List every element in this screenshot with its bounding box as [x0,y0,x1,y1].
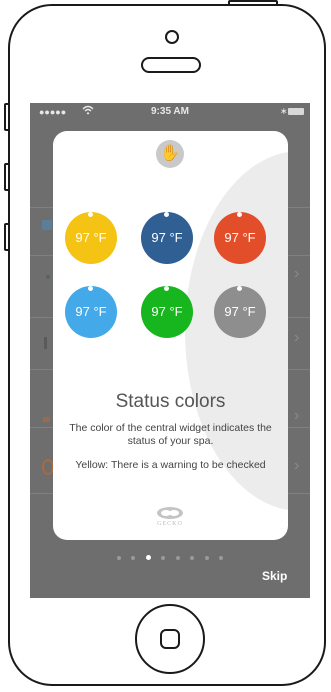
home-button-square [160,629,180,649]
status-bar: ●●●●● 9:35 AM ∗ [30,103,310,121]
bubble-label: 97 °F [75,230,107,245]
bg-chevron-icon: › [294,407,300,424]
bubble-marker [88,286,93,291]
status-bubble-yellow: 97 °F [65,212,117,264]
card-note: Yellow: There is a warning to be checked [75,459,266,471]
battery-icon [288,108,304,115]
bubble-marker [88,212,93,217]
status-time: 9:35 AM [151,106,189,117]
bubble-label: 97 °F [75,304,107,319]
status-bubble-gray: 97 °F [214,286,266,338]
bg-orange-icon [43,417,50,422]
screen: ●●●●● 9:35 AM ∗ › › › › ✋ 97 °F 97 °F 97… [30,103,310,598]
bg-glyph-icon [44,337,47,349]
bg-chevron-icon: › [294,329,300,346]
mute-switch [4,103,10,131]
bluetooth-icon: ∗ [280,106,288,116]
bubble-marker [164,286,169,291]
volume-up-button [4,163,10,191]
gecko-logo-mark [157,507,183,519]
bubble-label: 97 °F [224,230,256,245]
onboarding-card: ✋ 97 °F 97 °F 97 °F 97 °F 97 °F 97 °F St… [53,131,288,540]
bubble-marker [237,212,242,217]
bg-dot-icon [46,275,50,279]
bubble-label: 97 °F [151,304,183,319]
power-button [228,0,278,6]
page-dot[interactable] [175,555,180,560]
status-bubble-red: 97 °F [214,212,266,264]
front-camera [165,30,179,44]
gecko-hand-icon: ✋ [156,140,184,168]
bubble-marker [237,286,242,291]
bg-chevron-icon: › [294,265,300,282]
bg-chevron-icon: › [294,457,300,474]
gecko-logo-text: GECKO [157,521,183,527]
home-button[interactable] [135,604,205,674]
bg-wifi-icon [42,220,52,230]
status-bubble-green: 97 °F [141,286,193,338]
card-description: The color of the central widget indicate… [69,422,272,447]
page-dot[interactable] [190,555,195,560]
bubble-label: 97 °F [224,304,256,319]
volume-down-button [4,223,10,251]
skip-button[interactable]: Skip [262,569,287,583]
status-bubble-blue: 97 °F [141,212,193,264]
page-dot[interactable] [204,555,209,560]
gecko-logo: GECKO [148,506,192,532]
status-bubble-lightblue: 97 °F [65,286,117,338]
card-title: Status colors [115,391,226,412]
page-indicator [30,549,310,561]
bubble-marker [164,212,169,217]
earpiece-speaker [141,57,201,73]
page-dot[interactable] [116,555,121,560]
page-dot[interactable] [219,555,224,560]
bubble-label: 97 °F [151,230,183,245]
